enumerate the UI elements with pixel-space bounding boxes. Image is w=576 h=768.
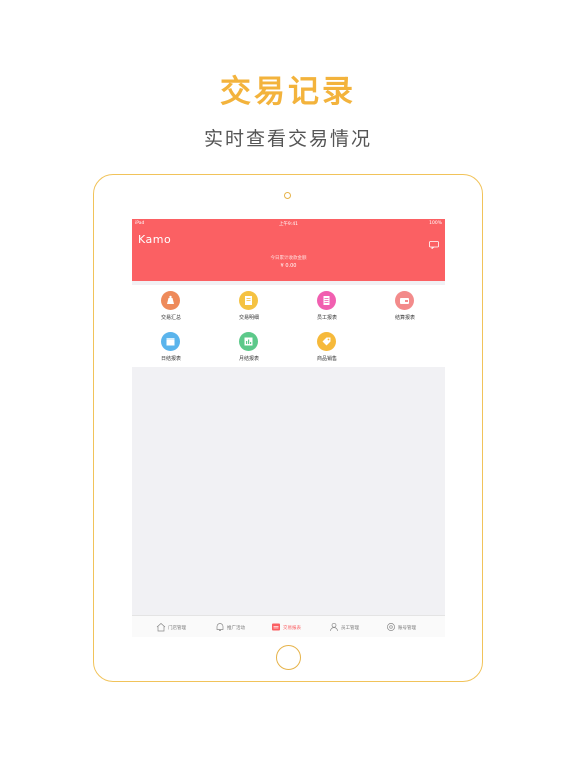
chart-icon <box>239 332 258 351</box>
menu-item-label: 交易汇总 <box>160 315 181 321</box>
person-icon <box>330 622 338 632</box>
tab-store-management[interactable]: 门店管理 <box>144 616 206 637</box>
menu-item-staff-report[interactable]: 员工报表 <box>288 285 366 325</box>
wallet-icon <box>395 291 414 310</box>
camera-dot <box>284 192 291 199</box>
menu-item-monthly-report[interactable]: 月结报表 <box>210 326 288 366</box>
promo-headline: 交易记录 <box>220 74 356 110</box>
menu-item-label: 结算报表 <box>394 315 415 321</box>
tab-label: 门店管理 <box>168 625 186 631</box>
home-icon <box>156 623 166 632</box>
menu-item-product-sales[interactable]: 商品销售 <box>288 326 366 366</box>
app-screen: iPad 上午9:41 100% Kamo 今日累计收款金额 ¥ 0.00 交易… <box>132 219 445 637</box>
tab-staff-management[interactable]: 员工管理 <box>317 616 379 637</box>
menu-item-label: 商品销售 <box>316 356 337 362</box>
message-icon[interactable] <box>429 234 439 250</box>
tab-promotions[interactable]: 推广活动 <box>203 616 265 637</box>
tab-label: 账号管理 <box>398 625 416 631</box>
tab-transaction-report[interactable]: 交易报表 <box>259 616 321 637</box>
tab-bar: 门店管理 推广活动 交易报表 员工管理 账号管理 <box>132 615 445 637</box>
receipt-icon <box>239 291 258 310</box>
report-icon <box>272 623 280 631</box>
calendar-icon <box>161 332 180 351</box>
promo-subline: 实时查看交易情况 <box>203 128 372 150</box>
document-icon <box>317 291 336 310</box>
menu-grid: 交易汇总 交易明细 员工报表 结算报表 日结报表 月结报表 商品销售 <box>132 285 445 367</box>
menu-item-label: 日结报表 <box>160 356 181 362</box>
menu-item-settlement-report[interactable]: 结算报表 <box>366 285 444 325</box>
summary-amount: ¥ 0.00 <box>280 263 297 269</box>
brand-logo: Kamo <box>138 233 172 246</box>
settings-icon <box>387 623 395 631</box>
tablet-frame: iPad 上午9:41 100% Kamo 今日累计收款金额 ¥ 0.00 交易… <box>93 174 483 682</box>
status-time: 上午9:41 <box>278 222 299 227</box>
money-bag-icon <box>161 291 180 310</box>
tab-label: 交易报表 <box>283 625 301 631</box>
summary-caption: 今日累计收款金额 <box>270 256 307 261</box>
battery-label: 100% <box>429 221 442 226</box>
menu-item-label: 月结报表 <box>238 356 259 362</box>
menu-item-transaction-details[interactable]: 交易明细 <box>210 285 288 325</box>
menu-item-daily-report[interactable]: 日结报表 <box>132 326 210 366</box>
summary-header: iPad 上午9:41 100% Kamo 今日累计收款金额 ¥ 0.00 <box>132 219 445 281</box>
home-button[interactable] <box>276 645 301 670</box>
tab-label: 员工管理 <box>341 625 359 631</box>
tag-icon <box>317 332 336 351</box>
menu-item-transaction-summary[interactable]: 交易汇总 <box>132 285 210 325</box>
bell-icon <box>216 623 224 631</box>
menu-item-label: 交易明细 <box>238 315 259 321</box>
status-bar: iPad 上午9:41 100% <box>135 221 442 229</box>
tab-label: 推广活动 <box>227 625 245 631</box>
menu-item-label: 员工报表 <box>316 315 337 321</box>
tab-account-management[interactable]: 账号管理 <box>374 616 436 637</box>
